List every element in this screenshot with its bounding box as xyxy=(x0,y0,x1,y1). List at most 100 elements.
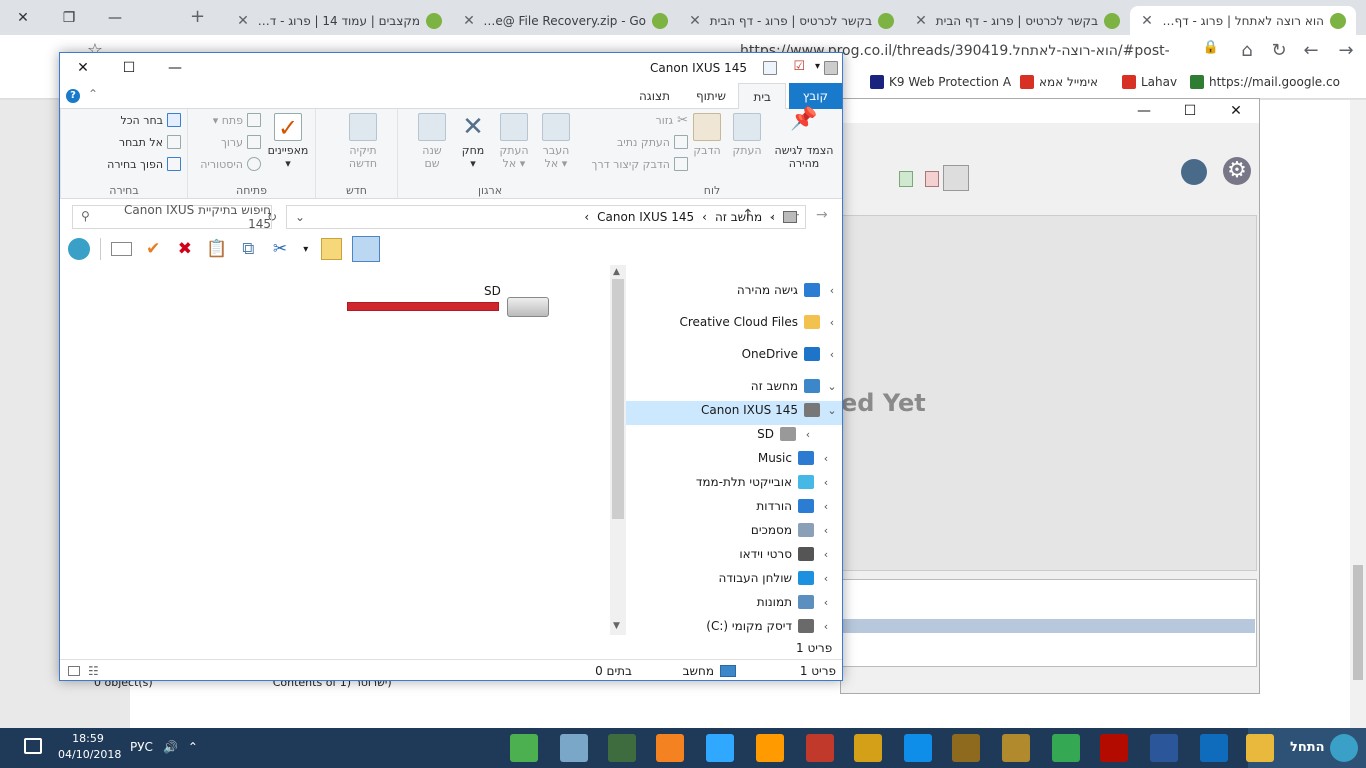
nav-item[interactable]: › SD xyxy=(757,423,814,445)
forward-icon[interactable]: → xyxy=(1335,40,1357,61)
expand-chevron-icon[interactable]: › xyxy=(820,572,832,585)
back-icon[interactable]: ← xyxy=(1300,40,1322,61)
browser-tab[interactable]: בקשר לכרטיס | פרוג - דף הבית ✕ xyxy=(904,6,1130,35)
page-scroll-thumb[interactable] xyxy=(1353,565,1363,680)
address-dropdown-icon[interactable]: ⌄ xyxy=(295,210,305,224)
home-icon[interactable]: ⌂ xyxy=(1236,40,1258,61)
copy-path-button[interactable]: העתק נתיב xyxy=(617,135,688,149)
new-tab-icon[interactable]: + xyxy=(190,6,205,27)
copy-icon[interactable]: ⧉ xyxy=(237,238,259,260)
nav-item[interactable]: › דיסק מקומי (:C) xyxy=(706,615,832,637)
nav-item[interactable]: › הורדות xyxy=(756,495,832,517)
new-folder-button[interactable]: תיקיה חדשה xyxy=(343,113,383,170)
app-arrow-icon[interactable] xyxy=(806,734,834,762)
expand-chevron-icon[interactable]: ⌄ xyxy=(826,404,838,417)
file-explorer-icon[interactable] xyxy=(1246,734,1274,762)
restore-icon[interactable]: ❐ xyxy=(46,10,92,26)
delete-button[interactable]: ✕ מחק ▾ xyxy=(456,113,490,170)
tab-home[interactable]: בית xyxy=(738,83,786,110)
pin-quick-access-button[interactable]: 📌 הצמד לגישה מהירה xyxy=(772,109,836,171)
nav-item[interactable]: › תמונות xyxy=(757,591,832,613)
expand-chevron-icon[interactable]: › xyxy=(820,596,832,609)
scroll-up-icon[interactable]: ▲ xyxy=(613,267,620,277)
sevenzip-icon[interactable] xyxy=(854,734,882,762)
back-icon[interactable]: → xyxy=(816,207,828,223)
collapse-ribbon-icon[interactable]: ⌃ xyxy=(88,87,98,101)
language-indicator[interactable]: РУС xyxy=(130,740,153,754)
close-tab-icon[interactable]: ✕ xyxy=(1140,13,1154,29)
reader-icon[interactable] xyxy=(608,734,636,762)
archive-icon[interactable] xyxy=(952,734,980,762)
bookmark-4[interactable]: K9 Web Protection A xyxy=(870,75,1011,89)
nav-item[interactable]: › מסמכים xyxy=(751,519,832,541)
bookmark-2[interactable]: Lahav xyxy=(1122,75,1177,89)
nav-item[interactable]: › אובייקטי תלת-ממד xyxy=(696,471,832,493)
clock[interactable]: 18:59 04/10/2018 xyxy=(58,731,121,763)
shell-icon[interactable] xyxy=(1330,734,1358,762)
nav-scroll-thumb[interactable] xyxy=(612,279,624,519)
browser-tab[interactable]: מקצבים | עמוד 14 | פרוג - דף ה ✕ xyxy=(226,6,452,35)
address-bar[interactable]: › מחשב זה › Canon IXUS 145 › ⌄ ↻ xyxy=(267,205,806,229)
outlook-icon[interactable] xyxy=(1200,734,1228,762)
drive-icon[interactable] xyxy=(507,297,549,317)
volume-icon[interactable]: 🔊 xyxy=(163,740,178,754)
photoshop-icon[interactable] xyxy=(706,734,734,762)
chevron-down-icon[interactable]: ▾ xyxy=(815,61,820,72)
expand-chevron-icon[interactable]: › xyxy=(820,524,832,537)
select-all-button[interactable]: בחר הכל xyxy=(120,113,181,127)
paste-button[interactable]: הדבק xyxy=(688,113,726,157)
tab-share[interactable]: שיתוף xyxy=(682,83,740,109)
expand-chevron-icon[interactable]: › xyxy=(820,620,832,633)
expand-chevron-icon[interactable]: › xyxy=(826,348,838,361)
reload-icon[interactable]: ↻ xyxy=(1268,40,1290,61)
maximize-icon[interactable]: ☐ xyxy=(106,60,152,76)
folder-icon[interactable] xyxy=(320,238,343,260)
tray-chevron-icon[interactable]: ⌃ xyxy=(188,740,198,754)
close-tab-icon[interactable]: ✕ xyxy=(914,13,928,29)
tab-file[interactable]: קובץ xyxy=(788,83,842,109)
expand-chevron-icon[interactable]: › xyxy=(826,284,838,297)
check-icon[interactable]: ✔ xyxy=(142,238,164,260)
background-app-selected-row[interactable] xyxy=(841,619,1255,633)
start-label[interactable]: התחל xyxy=(1290,740,1325,755)
notes-icon[interactable] xyxy=(560,734,588,762)
close-icon[interactable]: ✕ xyxy=(60,60,106,76)
invert-selection-button[interactable]: הפוך בחירה xyxy=(107,157,181,171)
quick-access-icon[interactable] xyxy=(763,61,777,75)
document-icon[interactable] xyxy=(943,165,969,191)
delete-icon[interactable]: ✖ xyxy=(174,238,196,260)
nav-item[interactable]: ⌄ מחשב זה xyxy=(751,375,838,397)
move-to-button[interactable]: העבר אל ▾ xyxy=(536,113,576,170)
nav-item[interactable]: › שולחן העבודה xyxy=(719,567,832,589)
browser-tab[interactable]: הוא רוצה לאתחל | פרוג - דף הב ✕ xyxy=(1130,6,1356,35)
minimize-icon[interactable]: — xyxy=(92,10,138,26)
nav-item[interactable]: › OneDrive xyxy=(742,343,838,365)
close-icon[interactable]: ✕ xyxy=(0,10,46,26)
nav-item[interactable]: › סרטי וידאו xyxy=(739,543,832,565)
bookmark-1[interactable]: https://mail.google.co xyxy=(1190,75,1340,89)
expand-chevron-icon[interactable]: › xyxy=(820,452,832,465)
nav-item[interactable]: › Creative Cloud Files xyxy=(679,311,838,333)
chevron-down-icon[interactable]: ▾ xyxy=(301,238,311,260)
notifications-icon[interactable] xyxy=(24,738,42,754)
tab-view[interactable]: תצוגה xyxy=(625,83,684,109)
help-icon[interactable]: ? xyxy=(66,89,80,103)
minimize-icon[interactable]: — xyxy=(152,60,198,76)
paste-shortcut-button[interactable]: הדבק קיצור דרך xyxy=(592,157,688,171)
breadcrumb-device[interactable]: Canon IXUS 145 xyxy=(597,210,694,224)
expand-chevron-icon[interactable]: › xyxy=(826,316,838,329)
properties-button[interactable]: ✓ מאפיינים ▾ xyxy=(265,113,311,170)
preview-pane-icon[interactable] xyxy=(352,236,381,262)
scroll-down-icon[interactable]: ▼ xyxy=(613,621,620,631)
close-tab-icon[interactable]: ✕ xyxy=(236,13,250,29)
chrome-icon[interactable] xyxy=(1052,734,1080,762)
browser-tab[interactable]: בקשר לכרטיס | פרוג - דף הבית ✕ xyxy=(678,6,904,35)
breadcrumb-this-pc[interactable]: מחשב זה xyxy=(715,210,762,224)
bookmark-3[interactable]: אימייל אמא xyxy=(1020,75,1098,89)
nav-item[interactable]: › Music xyxy=(758,447,832,469)
close-tab-icon[interactable]: ✕ xyxy=(462,13,476,29)
expand-chevron-icon[interactable]: › xyxy=(820,476,832,489)
doc-check-icon[interactable] xyxy=(899,171,913,187)
nav-item[interactable]: › גישה מהירה xyxy=(737,279,838,301)
gear-icon[interactable]: ⚙ xyxy=(1223,157,1251,185)
